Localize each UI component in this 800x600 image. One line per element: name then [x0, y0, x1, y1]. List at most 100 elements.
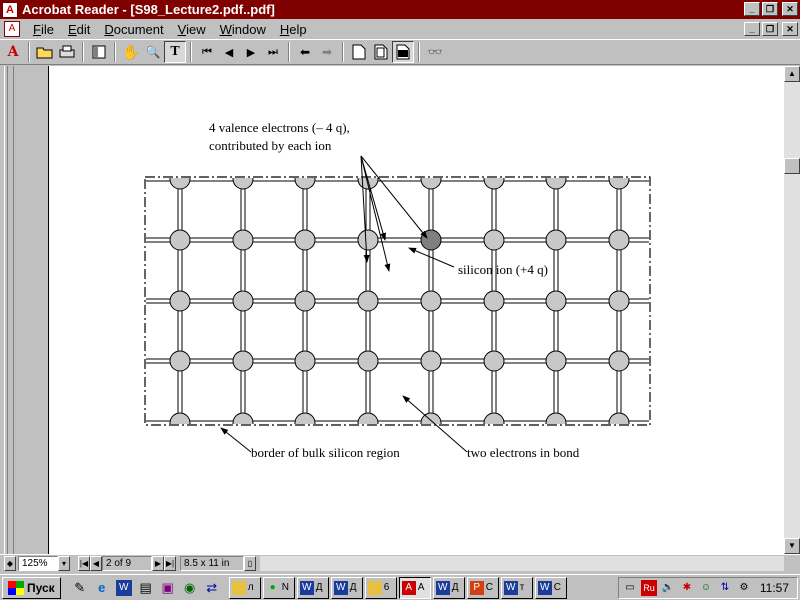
hand-tool[interactable]: ✋ — [120, 41, 142, 63]
fit-page-button[interactable] — [370, 41, 392, 63]
split-handle[interactable]: ◆ — [4, 556, 16, 571]
silicon-ion — [294, 290, 316, 312]
traffic-icon: ● — [269, 581, 276, 593]
quicklaunch-save-icon[interactable]: ▣ — [157, 577, 179, 599]
menu-window[interactable]: Window — [213, 22, 273, 37]
tray-antivirus-icon[interactable]: ✱ — [679, 580, 695, 596]
text-select-tool[interactable]: T — [164, 41, 186, 63]
silicon-ion — [420, 290, 442, 312]
silicon-ion — [357, 290, 379, 312]
highlighted-silicon-ion — [420, 229, 442, 251]
system-tray: ▭ Ru 🔈 ✱ ☺ ⇅ ⚙ 11:57 — [618, 577, 798, 599]
print-button[interactable] — [56, 41, 78, 63]
title-bar[interactable]: A Acrobat Reader - [S98_Lecture2.pdf..pd… — [0, 0, 800, 19]
vertical-scrollbar[interactable]: ▲ ▼ — [784, 66, 800, 554]
task-word-5[interactable]: WС — [534, 576, 567, 599]
menu-document-key: D — [104, 21, 114, 37]
menu-help[interactable]: Help — [273, 22, 314, 37]
volume-icon[interactable]: 🔈 — [660, 580, 676, 596]
toolbar-separator — [114, 42, 116, 62]
menu-view[interactable]: View — [171, 22, 213, 37]
tray-settings-icon[interactable]: ⚙ — [736, 580, 752, 596]
task-acrobat[interactable]: AA — [398, 576, 431, 599]
menu-document-label: ocument — [113, 21, 164, 37]
task-label: л — [247, 582, 254, 593]
zoom-dropdown-button[interactable]: ▾ — [58, 556, 70, 571]
page-size-button[interactable]: ▯ — [244, 556, 256, 571]
status-last-page-button[interactable]: ▶| — [164, 556, 176, 571]
doc-close-button[interactable]: ✕ — [782, 22, 798, 36]
task-word-2[interactable]: WД — [330, 576, 363, 599]
prev-page-icon: ◀ — [92, 559, 100, 568]
minimize-button[interactable]: _ — [744, 2, 760, 16]
pane-splitter[interactable] — [4, 66, 8, 554]
quicklaunch-globe-icon[interactable]: ◉ — [179, 577, 201, 599]
task-label: Д — [451, 582, 459, 593]
windows-logo-icon — [8, 580, 24, 595]
acrobat-icon[interactable]: A — [2, 1, 18, 18]
quicklaunch-ie-icon[interactable]: e — [91, 577, 113, 599]
quicklaunch-explorer-icon[interactable]: ▤ — [135, 577, 157, 599]
menu-edit[interactable]: Edit — [61, 22, 97, 37]
quicklaunch-pen-icon[interactable]: ✎ — [69, 577, 91, 599]
go-forward-button[interactable]: ➡ — [316, 41, 338, 63]
menu-file[interactable]: File — [26, 22, 61, 37]
next-page-button[interactable]: ▶ — [240, 41, 262, 63]
start-button[interactable]: Пуск — [2, 576, 61, 599]
silicon-ion — [483, 290, 505, 312]
toolbar-separator — [342, 42, 344, 62]
task-folder-2[interactable]: 6 — [364, 576, 397, 599]
doc-minimize-button[interactable]: _ — [744, 22, 760, 36]
navigation-pane[interactable] — [0, 66, 14, 554]
menu-bar: A File Edit Document View Window Help — [0, 19, 800, 39]
split-icon: ◆ — [6, 559, 14, 568]
silicon-ion — [545, 229, 567, 251]
tray-monitor-icon[interactable]: ▭ — [622, 580, 638, 596]
page-number-field[interactable]: 2 of 9 — [102, 556, 152, 571]
prev-page-button[interactable]: ◀ — [218, 41, 240, 63]
scroll-down-button[interactable]: ▼ — [784, 538, 800, 554]
tray-lang-indicator[interactable]: Ru — [641, 580, 657, 596]
silicon-ion — [608, 350, 630, 372]
toolbar-separator — [288, 42, 290, 62]
task-word-3[interactable]: WД — [432, 576, 465, 599]
acrobat-logo-icon[interactable]: A — [2, 41, 24, 63]
find-button[interactable]: 👓 — [424, 41, 446, 63]
task-label: 6 — [383, 582, 390, 593]
quicklaunch-network-icon[interactable]: ⇄ — [201, 577, 223, 599]
status-next-page-button[interactable]: ▶ — [152, 556, 164, 571]
document-area[interactable]: 4 valence electrons (– 4 q), contributed… — [14, 66, 784, 554]
arrow-down-icon: ▼ — [788, 541, 796, 550]
first-page-button[interactable]: ⏮ — [196, 41, 218, 63]
task-traffic[interactable]: ● N — [262, 576, 295, 599]
thumbnails-button[interactable] — [88, 41, 110, 63]
task-folder[interactable]: л — [228, 576, 261, 599]
chevron-down-icon: ▾ — [61, 559, 66, 568]
restore-button[interactable]: ❐ — [762, 2, 778, 16]
fit-width-button[interactable] — [392, 41, 414, 63]
zoom-tool[interactable]: 🔍 — [142, 41, 164, 63]
task-word-4[interactable]: Wт — [500, 576, 533, 599]
scroll-thumb[interactable] — [784, 158, 800, 174]
status-prev-page-button[interactable]: ◀ — [90, 556, 102, 571]
quicklaunch-word-icon[interactable]: W — [115, 579, 132, 596]
last-page-button[interactable]: ⏭ — [262, 41, 284, 63]
menu-document[interactable]: Document — [97, 22, 170, 37]
doc-restore-button[interactable]: ❐ — [762, 22, 778, 36]
go-back-button[interactable]: ⬅ — [294, 41, 316, 63]
task-powerpoint[interactable]: PС — [466, 576, 499, 599]
silicon-ion — [357, 412, 379, 424]
silicon-ion — [232, 290, 254, 312]
close-button[interactable]: ✕ — [782, 2, 798, 16]
actual-size-button[interactable] — [348, 41, 370, 63]
tray-network-icon[interactable]: ⇅ — [717, 580, 733, 596]
status-first-page-button[interactable]: |◀ — [78, 556, 90, 571]
horizontal-scrollbar[interactable] — [260, 556, 784, 571]
task-word-1[interactable]: WД — [296, 576, 329, 599]
scroll-up-button[interactable]: ▲ — [784, 66, 800, 82]
tray-users-icon[interactable]: ☺ — [698, 580, 714, 596]
open-button[interactable] — [34, 41, 56, 63]
zoom-field[interactable]: 125% — [18, 556, 58, 571]
task-label: Д — [315, 582, 323, 593]
document-icon[interactable]: A — [4, 21, 20, 37]
